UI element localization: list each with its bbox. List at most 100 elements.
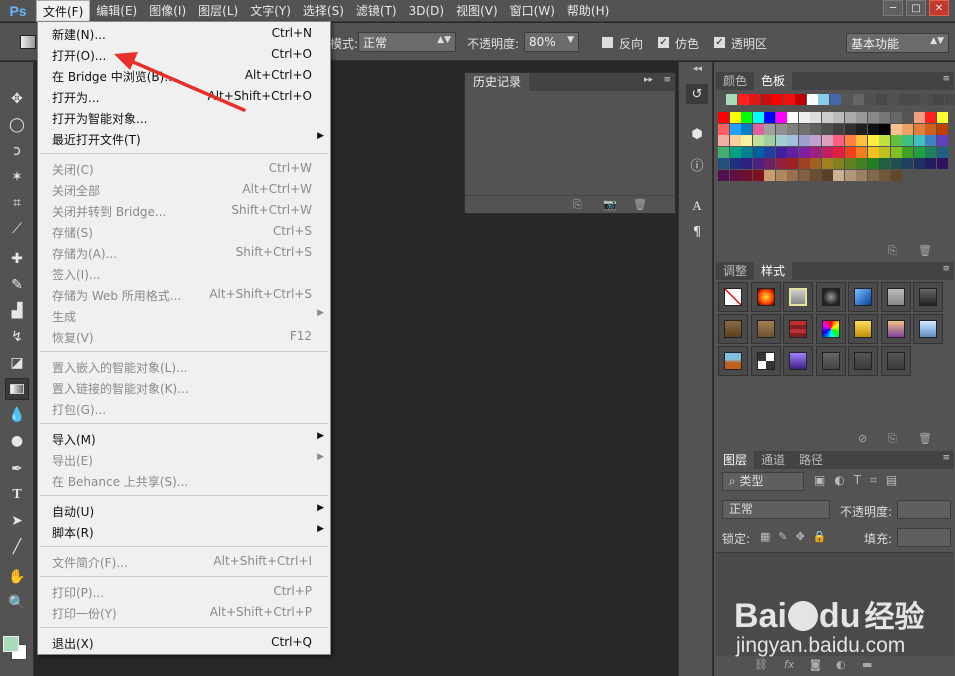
swatch[interactable] [821, 146, 833, 158]
brush-tool-icon[interactable]: ✎ [5, 274, 29, 296]
crop-tool-icon[interactable]: ⌗ [5, 192, 29, 214]
swatch[interactable] [718, 135, 729, 146]
swatch[interactable] [798, 135, 810, 146]
style-swatch[interactable] [750, 346, 781, 376]
swatch[interactable] [879, 123, 890, 135]
style-swatch[interactable] [848, 282, 878, 312]
swatch[interactable] [925, 146, 936, 158]
menu-item[interactable]: 图层(L) [192, 0, 244, 22]
menu-item[interactable]: 3D(D) [403, 0, 450, 22]
swatch[interactable] [902, 146, 913, 158]
swatch[interactable] [787, 112, 798, 123]
stamp-tool-icon[interactable]: ▟ [5, 300, 29, 322]
swatch[interactable] [752, 123, 764, 135]
swatch[interactable] [787, 135, 798, 146]
swatch[interactable] [764, 169, 775, 181]
panel-menu-icon[interactable]: ≡ [942, 74, 950, 84]
pen-tool-icon[interactable]: ✒ [5, 458, 29, 480]
clear-style-icon[interactable]: ⊘ [858, 432, 867, 445]
transparency-checkbox[interactable]: ✓ [713, 36, 726, 49]
swatch[interactable] [741, 169, 752, 181]
swatch[interactable] [921, 94, 933, 105]
type-tool-icon[interactable]: T [5, 484, 29, 506]
swatch[interactable] [890, 158, 902, 169]
swatch[interactable] [798, 146, 810, 158]
swatch[interactable] [752, 169, 764, 181]
menu-item[interactable]: 文件(F) [36, 0, 91, 22]
swatch[interactable] [741, 112, 752, 123]
swatch[interactable] [844, 169, 856, 181]
swatch[interactable] [833, 169, 844, 181]
swatch[interactable] [741, 158, 752, 169]
swatch[interactable] [833, 146, 844, 158]
swatch[interactable] [718, 158, 729, 169]
swatch[interactable] [741, 146, 752, 158]
swatch[interactable] [902, 135, 913, 146]
minimize-button[interactable]: ─ [883, 0, 903, 16]
swatch[interactable] [775, 135, 787, 146]
swatch[interactable] [902, 123, 913, 135]
style-swatch[interactable] [783, 346, 813, 376]
swatch[interactable] [821, 158, 833, 169]
style-swatch[interactable] [718, 282, 748, 312]
swatch[interactable] [764, 158, 775, 169]
menu-item[interactable]: 编辑(E) [90, 0, 143, 22]
swatch[interactable] [729, 123, 741, 135]
mode-select[interactable]: 正常 ▲▼ [358, 32, 456, 52]
panel-menu-icon[interactable]: ≡ [942, 453, 950, 463]
new-style-icon[interactable]: ⎘ [888, 432, 897, 446]
eyedropper-tool-icon[interactable]: ⟋ [5, 218, 29, 240]
swatch[interactable] [821, 123, 833, 135]
style-swatch[interactable] [880, 314, 911, 344]
swatch[interactable] [913, 112, 925, 123]
tab-styles[interactable]: 样式 [754, 262, 793, 280]
gradient-tool-icon[interactable] [5, 378, 29, 400]
blend-mode-select[interactable]: 正常 [722, 500, 830, 519]
swatch[interactable] [718, 123, 729, 135]
swatch[interactable] [775, 112, 787, 123]
panel-menu-icon[interactable]: ≡ [663, 75, 671, 85]
swatch[interactable] [936, 112, 948, 123]
swatch[interactable] [933, 94, 944, 105]
swatch[interactable] [902, 112, 913, 123]
swatch[interactable] [810, 123, 821, 135]
swatch[interactable] [821, 169, 833, 181]
swatch[interactable] [844, 112, 856, 123]
swatch[interactable] [856, 135, 867, 146]
style-swatch[interactable] [815, 282, 846, 312]
swatch[interactable] [856, 146, 867, 158]
file-menu-item[interactable]: 脚本(R) ▶ [38, 521, 330, 542]
swatch[interactable] [936, 158, 948, 169]
layer-filter-select[interactable]: ⌕ 类型 [722, 472, 804, 491]
swatch[interactable] [879, 135, 890, 146]
swatch[interactable] [867, 158, 879, 169]
lock-icons[interactable]: ▦✎✥🔒 [760, 530, 835, 543]
swatch[interactable] [775, 123, 787, 135]
panel-menu-icon[interactable]: ≡ [942, 264, 950, 274]
style-swatch[interactable] [750, 282, 781, 312]
swatch[interactable] [737, 94, 749, 105]
swatch[interactable] [726, 94, 737, 105]
swatch[interactable] [875, 94, 887, 105]
paragraph-dock-icon[interactable]: ¶ [686, 222, 708, 242]
dock-collapse-icon[interactable]: ◂◂ [693, 64, 702, 74]
swatch[interactable] [787, 158, 798, 169]
swatch[interactable] [810, 158, 821, 169]
swatch[interactable] [718, 146, 729, 158]
move-tool-icon[interactable]: ✥ [5, 88, 29, 110]
swatch[interactable] [867, 146, 879, 158]
style-swatch[interactable] [718, 314, 748, 344]
swatch[interactable] [829, 94, 841, 105]
swatch[interactable] [729, 169, 741, 181]
swatch[interactable] [913, 158, 925, 169]
swatch[interactable] [752, 158, 764, 169]
swatch[interactable] [729, 146, 741, 158]
swatch[interactable] [775, 158, 787, 169]
dodge-tool-icon[interactable]: ● [5, 430, 29, 452]
swatch[interactable] [764, 146, 775, 158]
fill-field[interactable] [897, 528, 951, 547]
swatch[interactable] [821, 135, 833, 146]
history-brush-tool-icon[interactable]: ↯ [5, 326, 29, 348]
blur-tool-icon[interactable]: 💧 [5, 404, 29, 426]
swatch[interactable] [910, 94, 921, 105]
